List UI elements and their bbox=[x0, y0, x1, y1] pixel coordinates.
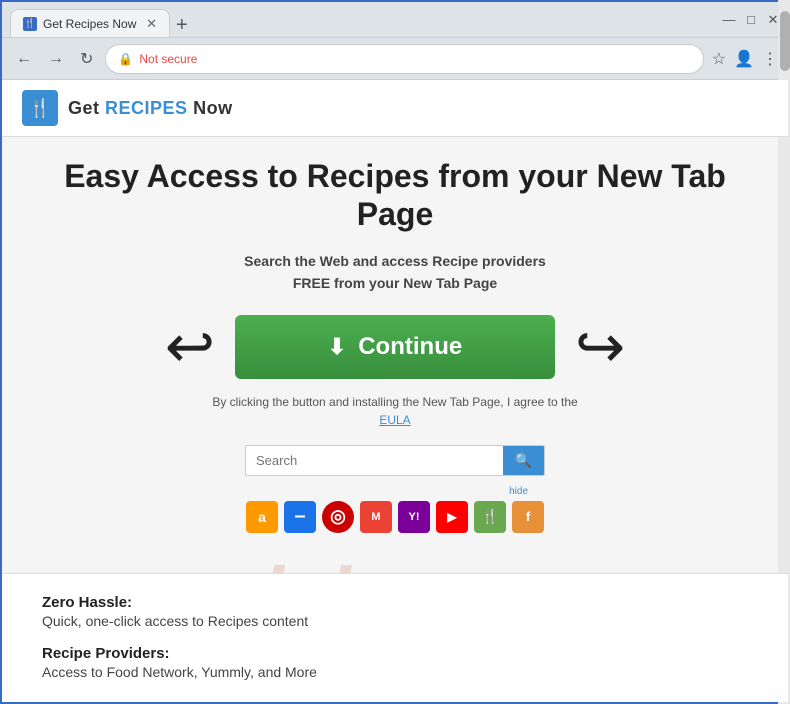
info-item-zero-hassle: Zero Hassle: Quick, one-click access to … bbox=[42, 594, 748, 629]
quick-link-target[interactable]: ◎ bbox=[322, 501, 354, 533]
continue-button[interactable]: ⬇ Continue bbox=[235, 315, 555, 379]
bookmark-icon[interactable]: ☆ bbox=[712, 49, 726, 69]
right-arrow-icon: ↪ bbox=[575, 317, 625, 377]
page-content: risk.com 🍴 Get Recipes Now Easy Access t… bbox=[2, 80, 788, 702]
quick-link-blue[interactable]: – bbox=[284, 501, 316, 533]
forward-button[interactable]: → bbox=[44, 46, 68, 72]
scrollbar-thumb[interactable] bbox=[780, 11, 790, 71]
logo-get: Get bbox=[68, 98, 100, 118]
zero-hassle-desc: Quick, one-click access to Recipes conte… bbox=[42, 613, 748, 629]
install-section: Easy Access to Recipes from your New Tab… bbox=[2, 137, 788, 573]
security-icon: 🔒 bbox=[118, 52, 133, 66]
security-label: Not secure bbox=[139, 52, 197, 66]
maximize-button[interactable]: □ bbox=[744, 13, 758, 27]
new-tab-button[interactable]: + bbox=[170, 14, 194, 37]
window-controls: — □ ✕ bbox=[722, 13, 780, 27]
quick-link-recipes[interactable]: 🍴 bbox=[474, 501, 506, 533]
title-bar: 🍴 Get Recipes Now ✕ + — □ ✕ bbox=[2, 2, 788, 38]
tab-favicon: 🍴 bbox=[23, 17, 37, 31]
quick-link-yahoo[interactable]: Y! bbox=[398, 501, 430, 533]
quick-link-amazon[interactable]: a bbox=[246, 501, 278, 533]
logo-text: Get Recipes Now bbox=[68, 98, 233, 119]
subtext-line2: FREE from your New Tab Page bbox=[42, 272, 748, 294]
hide-label[interactable]: hide bbox=[42, 486, 528, 497]
search-row: 🔍 bbox=[42, 445, 748, 476]
address-input-wrap[interactable]: 🔒 Not secure bbox=[105, 44, 703, 74]
site-header: 🍴 Get Recipes Now bbox=[2, 80, 788, 137]
recipe-providers-desc: Access to Food Network, Yummly, and More bbox=[42, 664, 748, 680]
zero-hassle-title: Zero Hassle: bbox=[42, 594, 748, 611]
address-bar: ← → ↻ 🔒 Not secure ☆ 👤 ⋮ bbox=[2, 38, 788, 80]
search-button[interactable]: 🔍 bbox=[503, 446, 544, 475]
button-row: ↩ ⬇ Continue ↪ bbox=[42, 315, 748, 379]
logo-now: Now bbox=[193, 98, 233, 118]
back-button[interactable]: ← bbox=[12, 46, 36, 72]
agreement-line1: By clicking the button and installing th… bbox=[212, 395, 577, 409]
bottom-info: Zero Hassle: Quick, one-click access to … bbox=[2, 573, 788, 702]
quick-link-food[interactable]: f bbox=[512, 501, 544, 533]
tab-area: 🍴 Get Recipes Now ✕ + bbox=[10, 2, 710, 37]
left-arrow-icon: ↩ bbox=[165, 317, 215, 377]
user-icon[interactable]: 👤 bbox=[734, 49, 754, 69]
logo-recipes: Recipes bbox=[105, 98, 188, 118]
sub-text: Search the Web and access Recipe provide… bbox=[42, 250, 748, 295]
subtext-line1: Search the Web and access Recipe provide… bbox=[42, 250, 748, 272]
agreement-text: By clicking the button and installing th… bbox=[42, 393, 748, 429]
quick-link-youtube[interactable]: ▶ bbox=[436, 501, 468, 533]
search-input-wrap: 🔍 bbox=[245, 445, 545, 476]
continue-label: Continue bbox=[358, 333, 462, 361]
download-icon: ⬇ bbox=[328, 334, 346, 360]
browser-window: 🍴 Get Recipes Now ✕ + — □ ✕ ← → ↻ 🔒 Not … bbox=[0, 0, 790, 704]
quick-links: a – ◎ M Y! ▶ 🍴 f bbox=[42, 501, 748, 533]
tab-title: Get Recipes Now bbox=[43, 17, 136, 31]
info-item-recipe-providers: Recipe Providers: Access to Food Network… bbox=[42, 645, 748, 680]
eula-link[interactable]: EULA bbox=[379, 413, 410, 427]
reload-button[interactable]: ↻ bbox=[76, 45, 97, 73]
main-headline: Easy Access to Recipes from your New Tab… bbox=[42, 157, 748, 234]
search-input[interactable] bbox=[246, 446, 503, 475]
minimize-button[interactable]: — bbox=[722, 13, 736, 27]
active-tab[interactable]: 🍴 Get Recipes Now ✕ bbox=[10, 9, 170, 37]
quick-link-gmail[interactable]: M bbox=[360, 501, 392, 533]
menu-icon[interactable]: ⋮ bbox=[762, 49, 778, 69]
tab-close-btn[interactable]: ✕ bbox=[146, 16, 157, 32]
recipe-providers-title: Recipe Providers: bbox=[42, 645, 748, 662]
logo-icon: 🍴 bbox=[22, 90, 58, 126]
